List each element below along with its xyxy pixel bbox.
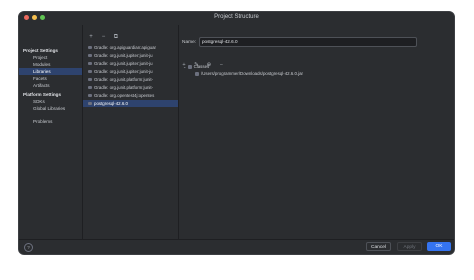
library-icon xyxy=(88,54,92,57)
remove-icon[interactable]: − xyxy=(217,61,225,70)
libraries-panel: + − ⧉ Gradle: org.apiguardian:apiguar Gr… xyxy=(83,25,179,249)
settings-nav: Project Settings Project Modules Librari… xyxy=(19,25,83,249)
nav-item-project[interactable]: Project xyxy=(19,54,82,61)
library-icon xyxy=(88,62,92,65)
library-item[interactable]: Gradle: org.junit.jupiter:junit-ju xyxy=(83,60,178,67)
nav-item-libraries[interactable]: Libraries xyxy=(19,68,82,75)
library-icon xyxy=(88,94,92,97)
plus-icon[interactable]: + xyxy=(87,33,95,42)
nav-item-sdks[interactable]: SDKs xyxy=(19,98,82,105)
project-structure-dialog: Project Structure Project Settings Proje… xyxy=(18,11,455,255)
libraries-toolbar: + − ⧉ xyxy=(87,25,120,40)
classes-toolbar: + ✎ ⊕ − xyxy=(180,53,225,68)
library-item[interactable]: Gradle: org.junit.jupiter:junit-ju xyxy=(83,52,178,59)
classes-icon xyxy=(187,64,192,69)
nav-item-artifacts[interactable]: Artifacts xyxy=(19,82,82,89)
library-item[interactable]: Gradle: org.junit.jupiter:junit-ju xyxy=(83,68,178,75)
library-icon xyxy=(88,78,92,81)
library-icon xyxy=(88,86,92,89)
apply-button[interactable]: Apply xyxy=(397,242,422,251)
library-item[interactable]: Gradle: org.junit.platform:junit- xyxy=(83,84,178,91)
classes-node[interactable]: ⌄ Classes xyxy=(183,63,209,70)
platform-settings-header: Platform Settings xyxy=(23,92,62,97)
cancel-button[interactable]: Cancel xyxy=(366,242,391,251)
ok-button[interactable]: OK xyxy=(427,242,451,251)
help-icon[interactable]: ? xyxy=(24,243,33,252)
nav-item-modules[interactable]: Modules xyxy=(19,61,82,68)
library-name-input[interactable]: postgresql-42.6.0 xyxy=(199,37,417,47)
copy-icon[interactable]: ⧉ xyxy=(112,33,120,42)
title-bar: Project Structure xyxy=(19,12,454,24)
project-settings-header: Project Settings xyxy=(23,48,58,53)
nav-item-problems[interactable]: Problems xyxy=(19,118,82,125)
library-item[interactable]: Gradle: org.opentest4j:opentes xyxy=(83,92,178,99)
library-item-postgresql[interactable]: postgresql-42.6.0 xyxy=(83,100,178,107)
chevron-down-icon[interactable]: ⌄ xyxy=(183,64,186,69)
dialog-footer: ? Cancel Apply OK xyxy=(19,239,454,254)
library-detail-panel: Name: postgresql-42.6.0 + ✎ ⊕ − ⌄ Classe… xyxy=(179,25,454,249)
library-item[interactable]: Gradle: org.apiguardian:apiguar xyxy=(83,44,178,51)
minus-icon[interactable]: − xyxy=(99,33,107,42)
jar-icon xyxy=(195,71,199,76)
library-icon xyxy=(88,70,92,73)
name-label: Name: xyxy=(182,40,197,45)
nav-item-facets[interactable]: Facets xyxy=(19,75,82,82)
library-item[interactable]: Gradle: org.junit.platform:junit- xyxy=(83,76,178,83)
library-icon xyxy=(88,46,92,49)
library-icon xyxy=(88,102,92,105)
class-path-item[interactable]: /Users/programmer/Downloads/postgresql-4… xyxy=(195,70,303,77)
window-title: Project Structure xyxy=(214,14,259,20)
nav-item-global-libraries[interactable]: Global Libraries xyxy=(19,105,82,112)
